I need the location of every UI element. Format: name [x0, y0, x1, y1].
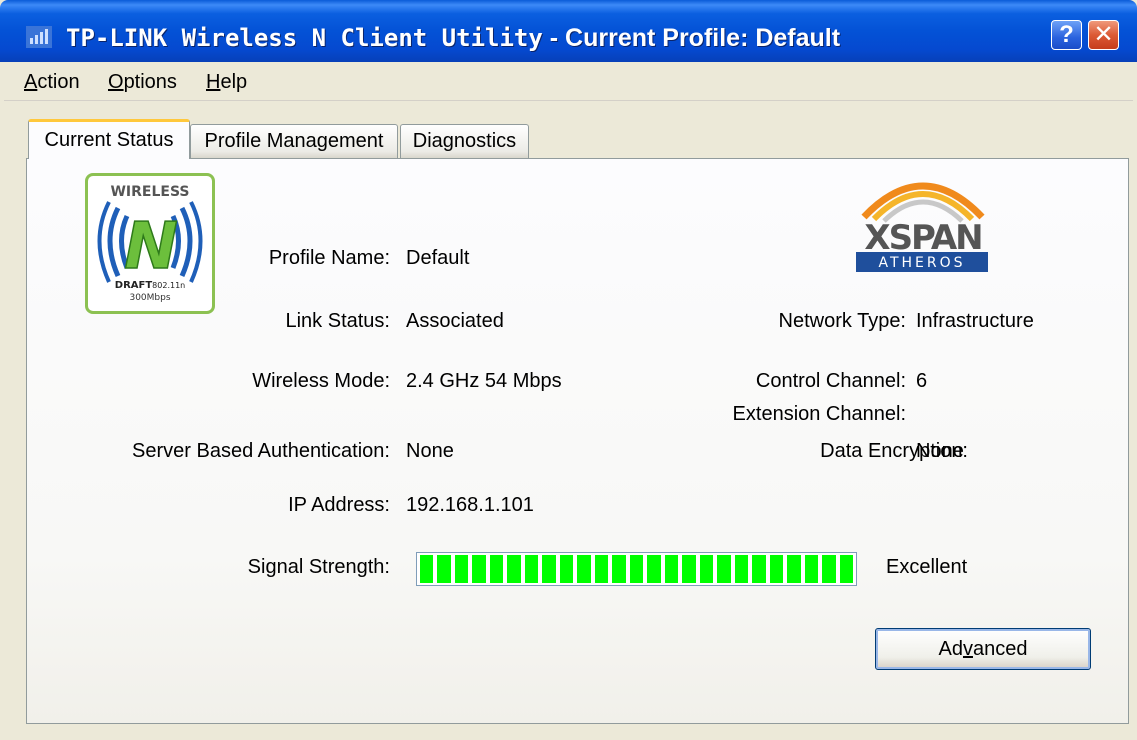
data-encryption-value: None	[916, 440, 964, 462]
utility-window: TP-LINK Wireless N Client Utility - Curr…	[0, 0, 1137, 740]
signal-segment	[699, 555, 714, 583]
advanced-button-label-a: Ad	[938, 637, 963, 660]
tab-diagnostics-label: Diagnostics	[412, 130, 517, 152]
server-auth-value: None	[406, 440, 454, 462]
signal-segment	[647, 555, 661, 583]
advanced-button-label-c: anced	[972, 637, 1028, 660]
signal-segment	[472, 555, 486, 583]
menu-bar: Action Options Help	[4, 62, 1133, 101]
menu-action[interactable]: Action	[24, 71, 80, 94]
signal-segment	[682, 555, 696, 583]
close-icon: ✕	[1093, 21, 1114, 48]
signal-strength-bar	[416, 552, 857, 586]
window-title: TP-LINK Wireless N Client Utility - Curr…	[66, 24, 841, 52]
svg-text:WIRELESS: WIRELESS	[110, 184, 189, 200]
control-channel-value: 6	[916, 370, 928, 392]
signal-strength-text: Excellent	[886, 556, 968, 578]
link-status-value: Associated	[406, 310, 504, 332]
svg-text:DRAFT802.11n: DRAFT802.11n	[115, 280, 185, 291]
close-button[interactable]: ✕	[1088, 20, 1119, 50]
signal-segment	[804, 555, 819, 583]
signal-segment	[787, 555, 801, 583]
signal-strength-label: Signal Strength:	[247, 556, 390, 578]
signal-strength-fill	[420, 555, 854, 583]
signal-segment	[454, 555, 469, 583]
link-status-label: Link Status:	[285, 310, 390, 332]
advanced-button[interactable]: Ad v anced	[875, 628, 1091, 670]
xspan-atheros-logo: XSPAN ATHEROS	[856, 182, 988, 272]
signal-segment	[752, 555, 766, 583]
signal-segment	[629, 555, 644, 583]
signal-segment	[577, 555, 591, 583]
control-channel-label: Control Channel:	[755, 370, 906, 392]
svg-text:ATHEROS: ATHEROS	[878, 255, 965, 271]
app-icon	[26, 26, 52, 48]
signal-segment	[734, 555, 749, 583]
profile-name-label: Profile Name:	[268, 247, 390, 269]
wireless-mode-value: 2.4 GHz 54 Mbps	[406, 370, 562, 392]
network-type-label: Network Type:	[778, 310, 906, 332]
tab-profile-management[interactable]: Profile Management	[190, 124, 398, 158]
signal-segment	[524, 555, 539, 583]
signal-segment	[437, 555, 451, 583]
menu-help[interactable]: Help	[206, 71, 247, 94]
wireless-n-logo-graphic: WIRELESS N DRAFT802.11n 300Mbps	[97, 184, 203, 303]
svg-text:N: N	[124, 210, 178, 284]
wireless-mode-label: Wireless Mode:	[252, 370, 390, 392]
tab-current-status[interactable]: Current Status	[28, 119, 190, 159]
network-type-value: Infrastructure	[916, 310, 1034, 332]
ip-address-label: IP Address:	[288, 494, 390, 516]
signal-segment	[489, 555, 504, 583]
wireless-n-logo: WIRELESS N DRAFT802.11n 300Mbps	[85, 173, 215, 314]
tab-current-status-label: Current Status	[44, 129, 174, 151]
signal-segment	[612, 555, 626, 583]
signal-segment	[507, 555, 521, 583]
signal-segment	[822, 555, 836, 583]
help-icon: ?	[1059, 21, 1074, 48]
svg-text:300Mbps: 300Mbps	[129, 293, 170, 303]
signal-segment	[769, 555, 784, 583]
title-bar[interactable]: TP-LINK Wireless N Client Utility - Curr…	[0, 0, 1137, 62]
signal-segment	[420, 555, 434, 583]
tab-profile-management-label: Profile Management	[204, 130, 384, 152]
advanced-button-label-b: v	[962, 637, 973, 660]
profile-name-value: Default	[406, 247, 470, 269]
tab-diagnostics[interactable]: Diagnostics	[400, 124, 529, 158]
signal-segment	[559, 555, 574, 583]
signal-segment	[664, 555, 679, 583]
signal-segment	[839, 555, 854, 583]
signal-segment	[594, 555, 609, 583]
current-status-panel: WIRELESS N DRAFT802.11n 300Mbps XSPAN AT…	[26, 158, 1129, 724]
extension-channel-label: Extension Channel:	[732, 403, 906, 425]
ip-address-value: 192.168.1.101	[406, 494, 534, 516]
signal-segment	[717, 555, 731, 583]
menu-options[interactable]: Options	[108, 71, 177, 94]
server-auth-label: Server Based Authentication:	[132, 440, 390, 462]
signal-segment	[542, 555, 556, 583]
help-button[interactable]: ?	[1051, 20, 1082, 50]
